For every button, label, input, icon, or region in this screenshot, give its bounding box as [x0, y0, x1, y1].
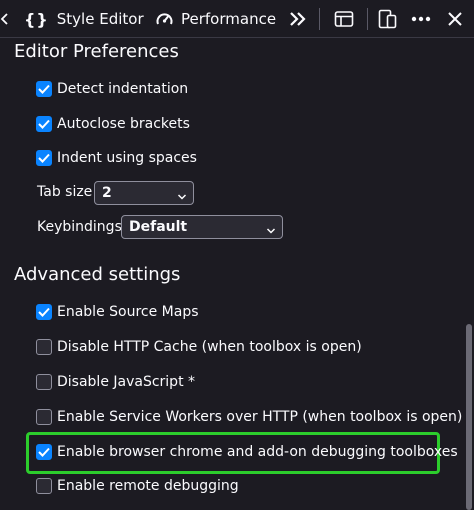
option-disable-http-cache[interactable]: Disable HTTP Cache (when toolbox is open…: [36, 337, 362, 357]
checkbox-checked[interactable]: [36, 116, 52, 132]
checkbox-checked[interactable]: [36, 444, 52, 460]
keybindings-select[interactable]: Default: [121, 215, 283, 239]
checkbox-checked[interactable]: [36, 150, 52, 166]
dock-panel-icon: [334, 10, 354, 28]
keybindings-label: Keybindings: [37, 219, 122, 235]
keybindings-value: Default: [129, 219, 188, 235]
section-title-advanced-settings: Advanced settings: [14, 264, 181, 285]
close-icon: [447, 11, 463, 27]
option-label: Detect indentation: [57, 81, 189, 97]
braces-icon: {}: [24, 9, 49, 29]
settings-content: Editor Preferences Detect indentation Au…: [0, 39, 474, 510]
option-label: Disable HTTP Cache (when toolbox is open…: [57, 339, 362, 355]
tab-size-label: Tab size: [37, 184, 93, 200]
chevron-down-icon: [266, 223, 276, 239]
checkbox-unchecked[interactable]: [36, 339, 52, 355]
more-tabs-button[interactable]: [289, 0, 307, 38]
chevron-left-icon: [0, 12, 9, 26]
tab-size-value: 2: [102, 185, 112, 201]
checkbox-checked[interactable]: [36, 81, 52, 97]
option-enable-remote-debugging[interactable]: Enable remote debugging: [36, 476, 239, 496]
scrollbar-thumb[interactable]: [466, 324, 472, 510]
gauge-icon: [155, 10, 174, 29]
devtools-settings-panel: {} Style Editor Performance Editor Prefe…: [0, 0, 474, 510]
option-label: Enable Service Workers over HTTP (when t…: [57, 409, 463, 425]
chevron-down-icon: [177, 189, 187, 205]
tab-style-editor[interactable]: {} Style Editor: [24, 0, 144, 38]
checkbox-checked[interactable]: [36, 304, 52, 320]
option-autoclose-brackets[interactable]: Autoclose brackets: [36, 114, 190, 134]
tab-performance[interactable]: Performance: [155, 0, 276, 38]
dock-panel-button[interactable]: [334, 0, 354, 38]
responsive-design-icon: [378, 9, 398, 29]
checkbox-unchecked[interactable]: [36, 409, 52, 425]
checkbox-unchecked[interactable]: [36, 374, 52, 390]
checkbox-unchecked[interactable]: [36, 478, 52, 494]
option-enable-source-maps[interactable]: Enable Source Maps: [36, 302, 199, 322]
option-label: Disable JavaScript *: [57, 374, 196, 390]
section-title-editor-preferences: Editor Preferences: [14, 41, 179, 62]
double-chevron-right-icon: [289, 11, 307, 27]
tab-size-select[interactable]: 2: [94, 181, 194, 205]
option-label: Enable Source Maps: [57, 304, 199, 320]
devtools-toolbar: {} Style Editor Performance: [0, 0, 474, 38]
tab-label: Style Editor: [56, 10, 144, 28]
option-label: Indent using spaces: [57, 150, 197, 166]
toolbar-separator: [367, 8, 368, 30]
option-label: Enable browser chrome and add-on debuggi…: [57, 444, 458, 460]
option-enable-service-workers-http[interactable]: Enable Service Workers over HTTP (when t…: [36, 407, 462, 427]
toolbar-separator: [319, 8, 320, 30]
responsive-design-button[interactable]: [378, 0, 398, 38]
more-options-button[interactable]: [411, 0, 431, 38]
tab-scroll-left[interactable]: [0, 0, 9, 38]
close-devtools-button[interactable]: [447, 0, 463, 38]
option-indent-using-spaces[interactable]: Indent using spaces: [36, 148, 197, 168]
tab-label: Performance: [181, 10, 277, 28]
option-detect-indentation[interactable]: Detect indentation: [36, 79, 188, 99]
option-label: Enable remote debugging: [57, 478, 239, 494]
option-label: Autoclose brackets: [57, 116, 190, 132]
option-enable-browser-chrome-debugging[interactable]: Enable browser chrome and add-on debuggi…: [36, 442, 458, 462]
option-disable-javascript[interactable]: Disable JavaScript *: [36, 372, 195, 392]
more-options-icon: [411, 16, 431, 22]
